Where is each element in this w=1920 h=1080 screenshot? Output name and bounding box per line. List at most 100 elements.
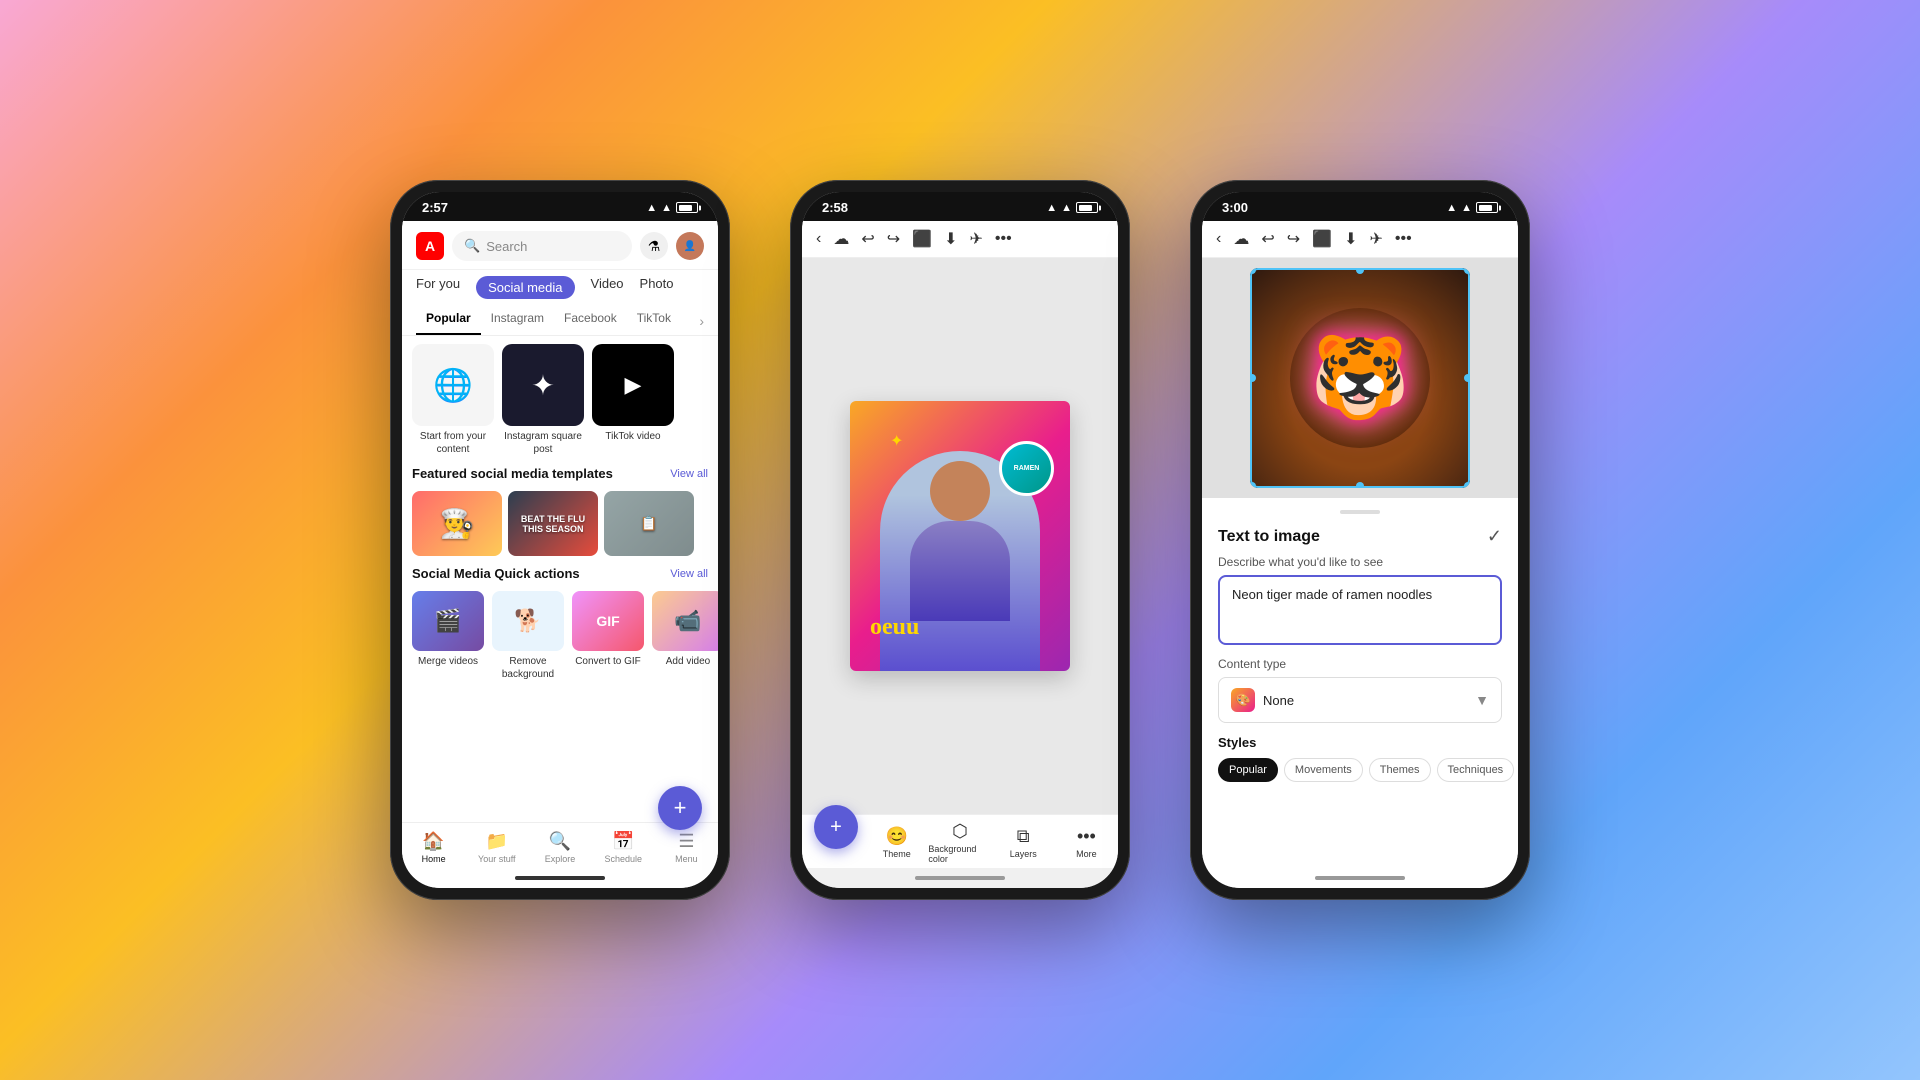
confirm-checkmark[interactable]: ✓ [1487,526,1502,547]
tool-theme[interactable]: 😊 Theme [865,826,928,859]
search-placeholder: Search [486,239,527,254]
content-type-label: Content type [1218,657,1502,671]
style-tab-themes[interactable]: Themes [1369,758,1431,782]
featured-card-1[interactable]: 👨‍🍳 [412,491,502,556]
tab-instagram[interactable]: Instagram [481,307,554,335]
tab-for-you[interactable]: For you [416,276,460,299]
share-icon-3[interactable]: ✈ [1369,229,1382,249]
content-type-dropdown[interactable]: 🎨 None ▼ [1218,677,1502,723]
quick-actions-title: Social Media Quick actions [412,566,580,581]
featured-card-3[interactable]: 📋 [604,491,694,556]
qa-merge-videos[interactable]: 🎬 Merge videos [412,591,484,681]
copy-icon-2[interactable]: ⬛ [912,229,932,249]
phone-2-screen: 2:58 ▲ ▲ ‹ ☁ ↩ ↪ ⬛ ⬇ ✈ ••• ✦ ✦ ✦ [802,192,1118,888]
tab-facebook[interactable]: Facebook [554,307,627,335]
fab-button-2[interactable]: + [814,805,858,849]
cloud-icon-3[interactable]: ☁ [1233,229,1249,249]
content-type-value: None [1263,693,1294,708]
bn-schedule[interactable]: 📅 Schedule [592,831,655,864]
bg-color-icon: ⬡ [952,821,968,842]
more-icon-3[interactable]: ••• [1395,230,1412,248]
tool-more[interactable]: ••• More [1055,826,1118,859]
section-tabs: Popular Instagram Facebook TikTok › [402,299,718,336]
tiger-image-container: 🐯 [1250,268,1470,488]
undo-icon-3[interactable]: ↩ [1261,229,1274,249]
canvas-area-2: ✦ ✦ ✦ RAMEN oeuu [802,258,1118,814]
tiger-image: 🐯 [1250,268,1470,488]
style-tab-popular[interactable]: Popular [1218,758,1278,782]
back-icon-3[interactable]: ‹ [1216,230,1221,248]
qa-add-video[interactable]: 📹 Add video [652,591,718,681]
phone-3-toolbar: ‹ ☁ ↩ ↪ ⬛ ⬇ ✈ ••• [1202,221,1518,258]
qa-convert-gif[interactable]: GIF Convert to GIF [572,591,644,681]
wifi-icon: ▲ [661,202,672,214]
bn-explore[interactable]: 🔍 Explore [528,831,591,864]
download-icon-2[interactable]: ⬇ [944,229,957,249]
tab-tiktok[interactable]: TikTok [627,307,681,335]
tool-layers[interactable]: ⧉ Layers [992,826,1055,859]
flask-icon[interactable]: ⚗ [640,232,668,260]
phone-3: 3:00 ▲ ▲ ‹ ☁ ↩ ↪ ⬛ ⬇ ✈ ••• [1190,180,1530,900]
style-tab-movements[interactable]: Movements [1284,758,1363,782]
more-tools-icon: ••• [1077,826,1096,847]
featured-view-all[interactable]: View all [670,468,708,480]
featured-card-2[interactable]: BEAT THE FLU THIS SEASON [508,491,598,556]
phone-1: 2:57 ▲ ▲ A 🔍 Search ⚗ 👤 F [390,180,730,900]
adobe-logo[interactable]: A [416,232,444,260]
schedule-icon: 📅 [612,831,634,852]
more-icon-2[interactable]: ••• [995,230,1012,248]
tab-video[interactable]: Video [591,276,624,299]
redo-icon-3[interactable]: ↪ [1287,229,1300,249]
tab-photo[interactable]: Photo [640,276,674,299]
chevron-down-icon: ▼ [1475,692,1489,708]
qa-merge-label: Merge videos [418,655,478,668]
tab-social-media[interactable]: Social media [476,276,574,299]
signal-icon-3: ▲ [1446,202,1457,214]
featured-grid: 👨‍🍳 BEAT THE FLU THIS SEASON 📋 [412,491,708,556]
cloud-icon-2[interactable]: ☁ [833,229,849,249]
tool-bg-color[interactable]: ⬡ Background color [928,821,991,864]
template-start-label: Start from your content [412,430,494,456]
styles-label: Styles [1218,735,1502,750]
qa-remove-bg[interactable]: 🐕 Remove background [492,591,564,681]
canvas-signature: oeuu [870,614,919,641]
avatar-icon[interactable]: 👤 [676,232,704,260]
bn-menu[interactable]: ☰ Menu [655,831,718,864]
battery-icon [676,202,698,213]
template-start-content[interactable]: 🌐 Start from your content [412,344,494,456]
search-icon: 🔍 [464,238,480,254]
copy-icon-3[interactable]: ⬛ [1312,229,1332,249]
redo-icon-2[interactable]: ↪ [887,229,900,249]
wifi-icon-2: ▲ [1061,202,1072,214]
status-bar-2: 2:58 ▲ ▲ [802,192,1118,221]
template-instagram-label: Instagram square post [502,430,584,456]
battery-icon-3 [1476,202,1498,213]
fab-button[interactable]: + [658,786,702,830]
time-2: 2:58 [822,200,848,215]
signal-icon: ▲ [646,202,657,214]
share-icon-2[interactable]: ✈ [969,229,982,249]
layers-icon: ⧉ [1017,826,1030,847]
phone-1-content: 🌐 Start from your content ✦ Instagram sq… [402,336,718,822]
drag-handle[interactable] [1340,510,1380,514]
style-tab-techniques[interactable]: Techniques [1437,758,1515,782]
quick-actions-header: Social Media Quick actions View all [412,566,708,581]
theme-icon: 😊 [886,826,908,847]
chevron-right-icon[interactable]: › [699,307,704,335]
download-icon-3[interactable]: ⬇ [1344,229,1357,249]
home-indicator-3 [1202,868,1518,888]
tab-popular[interactable]: Popular [416,307,481,335]
back-icon-2[interactable]: ‹ [816,230,821,248]
phone-1-screen: 2:57 ▲ ▲ A 🔍 Search ⚗ 👤 F [402,192,718,888]
search-bar[interactable]: 🔍 Search [452,231,632,261]
undo-icon-2[interactable]: ↩ [861,229,874,249]
bn-home[interactable]: 🏠 Home [402,831,465,864]
text-to-image-input[interactable]: Neon tiger made of ramen noodles [1218,575,1502,645]
home-indicator-1 [402,868,718,888]
template-instagram[interactable]: ✦ Instagram square post [502,344,584,456]
quick-actions-view-all[interactable]: View all [670,568,708,580]
template-tiktok[interactable]: ▶ TikTok video [592,344,674,456]
describe-label: Describe what you'd like to see [1218,555,1502,569]
bn-your-stuff[interactable]: 📁 Your stuff [465,831,528,864]
input-text: Neon tiger made of ramen noodles [1232,587,1432,602]
